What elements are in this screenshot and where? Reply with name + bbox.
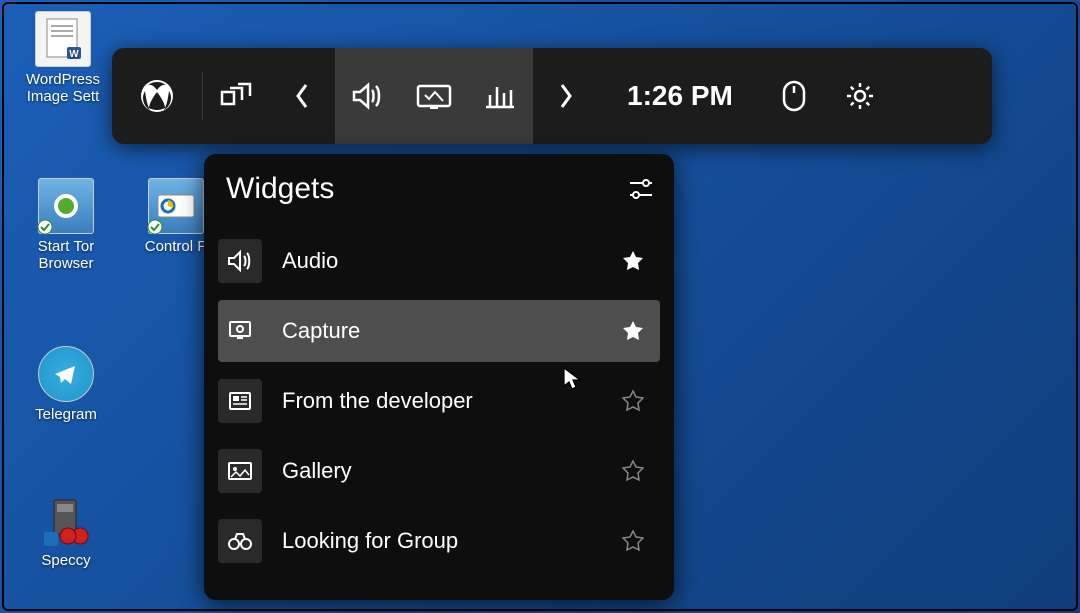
widgets-header: Widgets (218, 172, 660, 230)
widgets-icon (218, 82, 254, 110)
widget-item-label: Audio (282, 248, 602, 274)
capture-icon (218, 309, 262, 353)
settings-button[interactable] (827, 48, 893, 144)
news-icon (218, 379, 262, 423)
widget-item-label: From the developer (282, 388, 602, 414)
xbox-game-bar: 1:26 PM (112, 48, 992, 144)
widget-item-label: Looking for Group (282, 528, 602, 554)
gallery-icon (218, 449, 262, 493)
star-outline-icon[interactable] (622, 530, 644, 552)
xbox-icon (139, 78, 175, 114)
binoculars-icon (218, 519, 262, 563)
star-filled-icon[interactable] (622, 320, 644, 342)
prev-button[interactable] (269, 48, 335, 144)
capture-button[interactable] (401, 48, 467, 144)
mouse-button[interactable] (761, 48, 827, 144)
capture-icon (415, 81, 453, 111)
desktop-icon-label: Telegram (22, 406, 110, 423)
desktop-icon-wordpress[interactable]: W WordPress Image Sett (19, 11, 107, 105)
desktop-icon-label: WordPress Image Sett (19, 71, 107, 105)
desktop-icon-speccy[interactable]: Speccy (22, 492, 110, 569)
star-filled-icon[interactable] (622, 250, 644, 272)
speccy-icon (38, 492, 94, 548)
clock: 1:26 PM (599, 80, 761, 112)
widget-item-audio[interactable]: Audio (218, 230, 660, 292)
sliders-icon (628, 178, 654, 200)
widget-item-label: Capture (282, 318, 602, 344)
widget-item-capture[interactable]: Capture (218, 300, 660, 362)
svg-text:W: W (69, 49, 79, 60)
performance-button[interactable] (467, 48, 533, 144)
widgets-button[interactable] (203, 48, 269, 144)
audio-button[interactable] (335, 48, 401, 144)
widget-item-lfg[interactable]: Looking for Group (218, 510, 660, 572)
widgets-settings-button[interactable] (628, 178, 654, 200)
widget-item-developer[interactable]: From the developer (218, 370, 660, 432)
desktop-icon-tor[interactable]: Start Tor Browser (22, 178, 110, 272)
performance-icon (483, 81, 517, 111)
next-button[interactable] (533, 48, 599, 144)
document-icon: W (35, 11, 91, 67)
active-tools-group (335, 48, 533, 144)
desktop-icon-telegram[interactable]: Telegram (22, 346, 110, 423)
star-outline-icon[interactable] (622, 460, 644, 482)
widget-item-gallery[interactable]: Gallery (218, 440, 660, 502)
widgets-title: Widgets (226, 172, 334, 206)
mouse-icon (781, 79, 807, 113)
audio-icon (218, 239, 262, 283)
desktop-icon-label: Speccy (22, 552, 110, 569)
gear-icon (845, 81, 875, 111)
widget-item-label: Gallery (282, 458, 602, 484)
chevron-right-icon (556, 81, 576, 111)
star-outline-icon[interactable] (622, 390, 644, 412)
shortcut-icon (38, 178, 94, 234)
widgets-panel: Widgets Audio Capture From the developer (204, 154, 674, 600)
xbox-button[interactable] (112, 48, 202, 144)
audio-icon (350, 81, 386, 111)
chevron-left-icon (292, 81, 312, 111)
shortcut-icon (148, 178, 204, 234)
desktop-icon-label: Start Tor Browser (22, 238, 110, 272)
telegram-icon (38, 346, 94, 402)
